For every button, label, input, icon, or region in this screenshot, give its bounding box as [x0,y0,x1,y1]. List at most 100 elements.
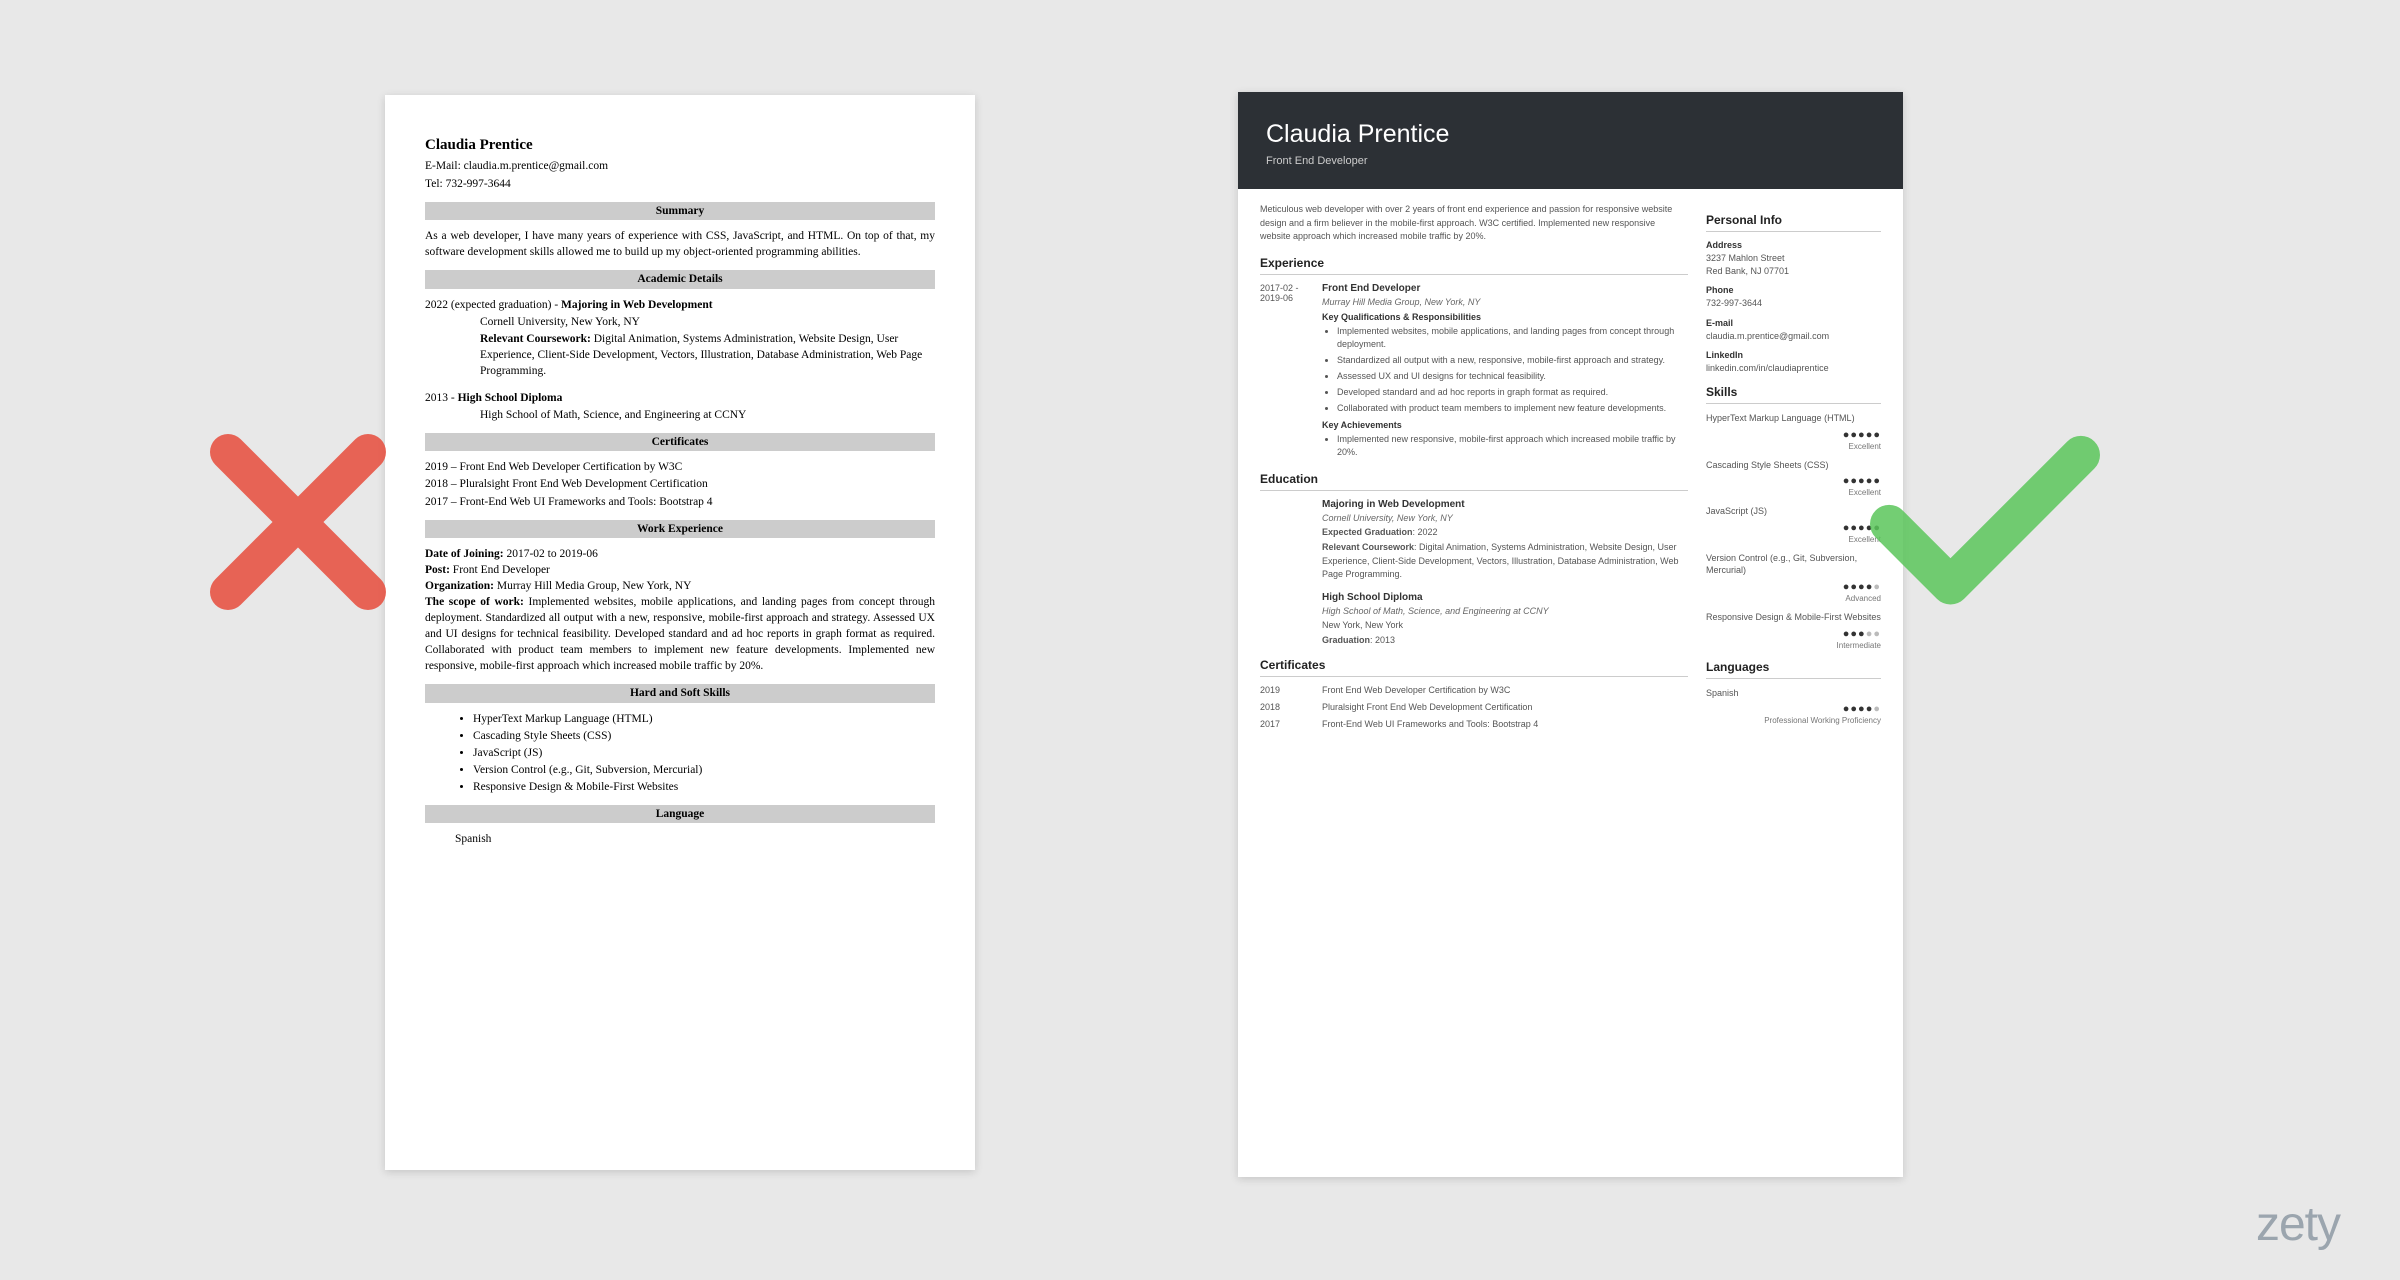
skill-rating: ●●●●●Excellent [1706,522,1881,544]
skill-item: Responsive Design & Mobile-First Website… [1706,611,1881,650]
cert-row: 2019Front End Web Developer Certificatio… [1260,685,1688,695]
bullet: Collaborated with product team members t… [1337,402,1688,415]
heading-lang: Language [425,805,935,823]
cert-text: Front-End Web UI Frameworks and Tools: B… [1322,719,1538,729]
qual-heading: Key Qualifications & Responsibilities [1322,312,1688,322]
heading-personal-info: Personal Info [1706,213,1881,232]
email-val: claudia.m.prentice@gmail.com [1706,330,1881,343]
edu1-course: Relevant Coursework: Digital Animation, … [425,331,935,379]
sidebar-column: Personal Info Address 3237 Mahlon Street… [1706,203,1881,736]
summary-text: Meticulous web developer with over 2 yea… [1260,203,1688,244]
name: Claudia Prentice [1266,120,1875,149]
heading-experience: Experience [1260,256,1688,275]
skill-rating: ●●●●●Intermediate [1706,628,1881,650]
edu1-line: 2022 (expected graduation) - Majoring in… [425,297,935,313]
cert-row: 2017Front-End Web UI Frameworks and Tool… [1260,719,1688,729]
skills-list: HyperText Markup Language (HTML)Cascadin… [425,711,935,795]
job-title: Front End Developer [1266,155,1875,167]
skill-item: Version Control (e.g., Git, Subversion, … [1706,552,1881,603]
loc: New York, New York [1322,619,1688,633]
check-mark-icon [1870,424,2100,629]
header-bar: Claudia Prentice Front End Developer [1238,92,1903,189]
skill-name: Spanish [1706,687,1881,700]
school: High School of Math, Science, and Engine… [1322,606,1688,616]
main-column: Meticulous web developer with over 2 yea… [1260,203,1706,736]
addr-val: 3237 Mahlon StreetRed Bank, NJ 07701 [1706,252,1881,277]
email-line: E-Mail: claudia.m.prentice@gmail.com [425,158,935,174]
skill-item: JavaScript (JS) ●●●●●Excellent [1706,505,1881,544]
cert-year: 2018 [1260,702,1322,712]
bullet: Standardized all output with a new, resp… [1337,354,1688,367]
skill-rating: ●●●●●Excellent [1706,429,1881,451]
heading-skills: Hard and Soft Skills [425,684,935,702]
skill-item: Spanish ●●●●●Professional Working Profici… [1706,687,1881,726]
cert-line: 2017 – Front-End Web UI Frameworks and T… [425,494,935,510]
edu-item: High School Diploma High School of Math, … [1322,592,1688,648]
exp-title: Front End Developer [1322,283,1688,294]
name: Claudia Prentice [425,135,935,156]
cert-text: Front End Web Developer Certification by… [1322,685,1510,695]
skill-rating: ●●●●●Professional Working Proficiency [1706,703,1881,725]
skill-rating: ●●●●●Advanced [1706,581,1881,603]
resume-left-bad: Claudia Prentice E-Mail: claudia.m.prent… [385,95,975,1170]
lang-item: Spanish [425,831,935,847]
skill-item: Cascading Style Sheets (CSS) [473,728,935,744]
heading-certs: Certificates [425,433,935,451]
linkedin-label: LinkedIn [1706,350,1881,360]
degree: Majoring in Web Development [1322,499,1688,510]
cert-row: 2018Pluralsight Front End Web Developmen… [1260,702,1688,712]
skill-name: Cascading Style Sheets (CSS) [1706,459,1881,472]
edu1-school: Cornell University, New York, NY [425,314,935,330]
work-block: Date of Joining: 2017-02 to 2019-06 Post… [425,546,935,675]
coursework: Relevant Coursework: Digital Animation, … [1322,541,1688,582]
skill-rating: ●●●●●Excellent [1706,475,1881,497]
skill-name: JavaScript (JS) [1706,505,1881,518]
bullet: Implemented new responsive, mobile-first… [1337,433,1688,459]
grad: Graduation: 2013 [1322,634,1688,648]
degree: High School Diploma [1322,592,1688,603]
grad: Expected Graduation: 2022 [1322,526,1688,540]
skill-item: Version Control (e.g., Git, Subversion, … [473,762,935,778]
skill-item: HyperText Markup Language (HTML) ●●●●●Exc… [1706,412,1881,451]
heading-summary: Summary [425,202,935,220]
exp-dates: 2017-02 - 2019-06 [1260,283,1322,462]
heading-skills: Skills [1706,385,1881,404]
zety-logo: zety [2256,1197,2340,1252]
summary-text: As a web developer, I have many years of… [425,228,935,260]
heading-languages: Languages [1706,660,1881,679]
cert-line: 2018 – Pluralsight Front End Web Develop… [425,476,935,492]
email-label: E-mail [1706,318,1881,328]
cert-year: 2019 [1260,685,1322,695]
skill-name: HyperText Markup Language (HTML) [1706,412,1881,425]
cert-year: 2017 [1260,719,1322,729]
ach-heading: Key Achievements [1322,420,1688,430]
school: Cornell University, New York, NY [1322,513,1688,523]
phone-label: Phone [1706,285,1881,295]
heading-work: Work Experience [425,520,935,538]
heading-certs: Certificates [1260,658,1688,677]
exp-org: Murray Hill Media Group, New York, NY [1322,297,1688,307]
edu2-line: 2013 - High School Diploma [425,390,935,406]
skill-name: Responsive Design & Mobile-First Website… [1706,611,1881,624]
heading-academic: Academic Details [425,270,935,288]
edu-item: Majoring in Web Development Cornell Unive… [1322,499,1688,582]
skill-item: HyperText Markup Language (HTML) [473,711,935,727]
skill-item: Responsive Design & Mobile-First Website… [473,779,935,795]
heading-education: Education [1260,472,1688,491]
addr-label: Address [1706,240,1881,250]
phone-val: 732-997-3644 [1706,297,1881,310]
edu2-school: High School of Math, Science, and Engine… [425,407,935,423]
skill-item: JavaScript (JS) [473,745,935,761]
resume-right-good: Claudia Prentice Front End Developer Met… [1238,92,1903,1177]
skill-item: Cascading Style Sheets (CSS) ●●●●●Excelle… [1706,459,1881,498]
exp-bullets: Implemented websites, mobile application… [1322,325,1688,415]
linkedin-val: linkedin.com/in/claudiaprentice [1706,362,1881,375]
bullet: Implemented websites, mobile application… [1337,325,1688,351]
ach-bullets: Implemented new responsive, mobile-first… [1322,433,1688,459]
skill-name: Version Control (e.g., Git, Subversion, … [1706,552,1881,577]
bullet: Developed standard and ad hoc reports in… [1337,386,1688,399]
tel-line: Tel: 732-997-3644 [425,176,935,192]
cert-text: Pluralsight Front End Web Development Ce… [1322,702,1532,712]
x-mark-icon [198,422,398,627]
bullet: Assessed UX and UI designs for technical… [1337,370,1688,383]
